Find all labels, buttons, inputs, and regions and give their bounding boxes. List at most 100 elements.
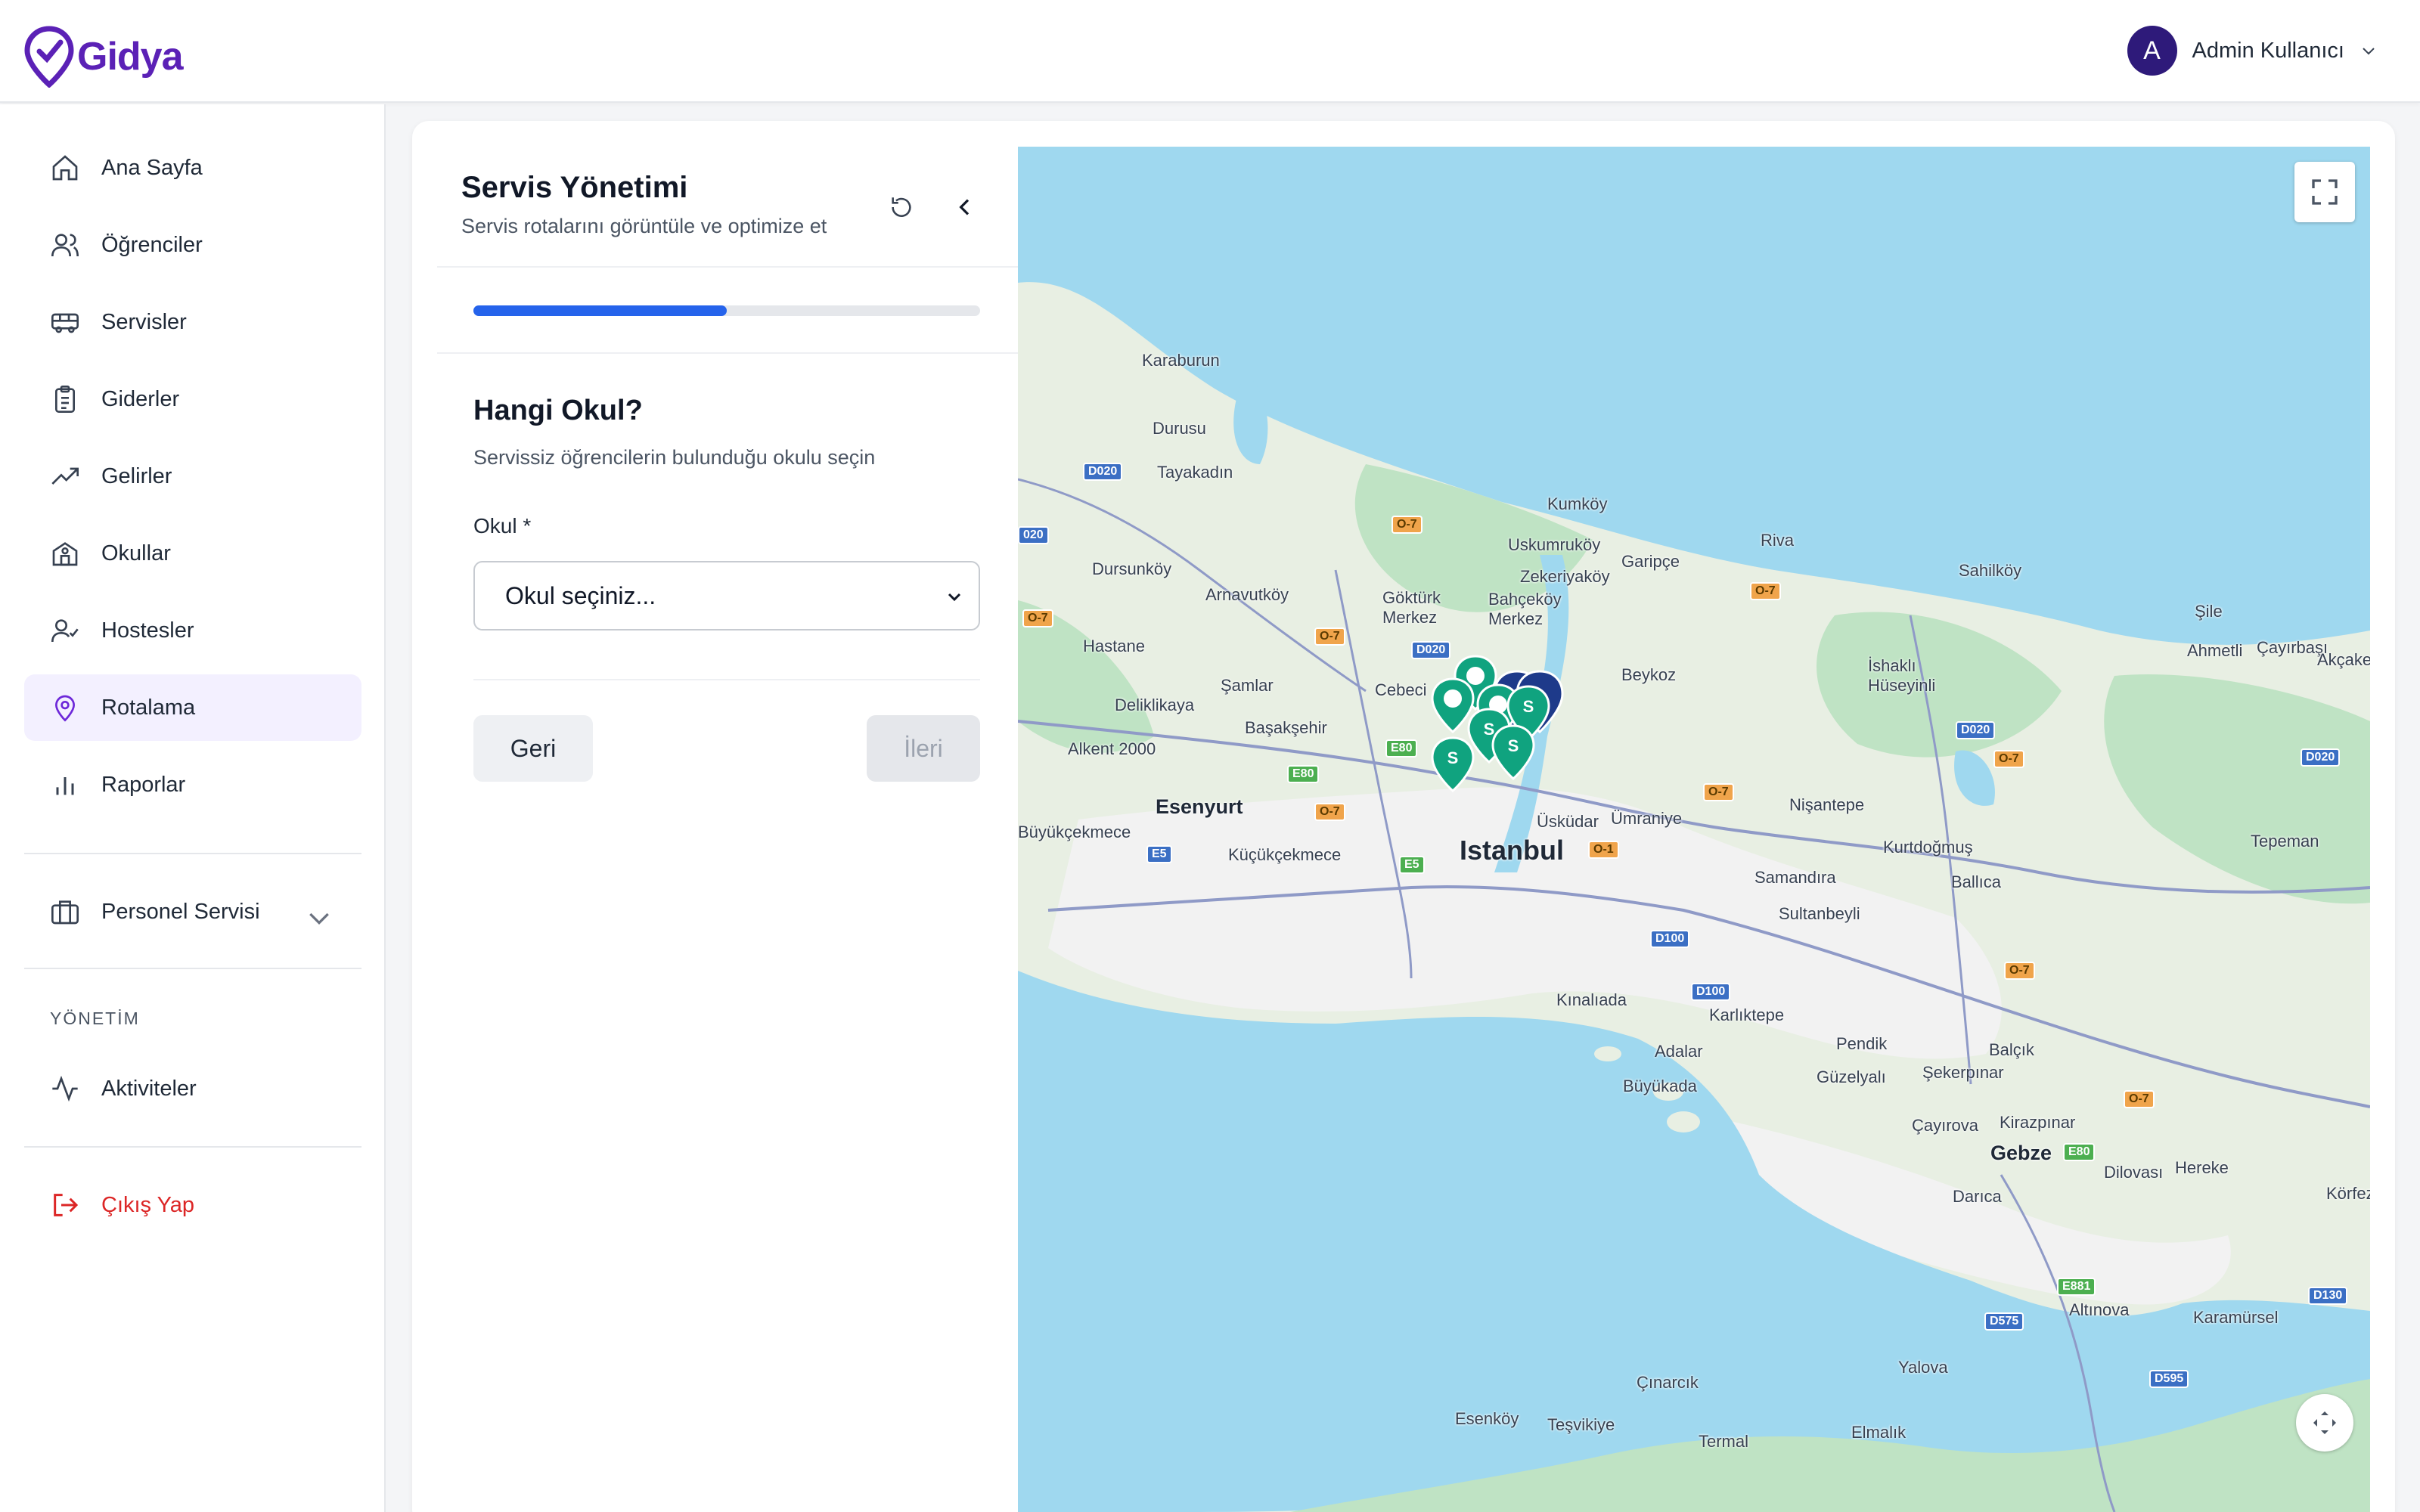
map-label: Çınarcık <box>1637 1373 1699 1392</box>
camera-control-icon <box>2313 1411 2336 1434</box>
map-label: Hastane <box>1083 637 1145 655</box>
sidebar-item-label: Raporlar <box>101 772 186 797</box>
map-label: Karlıktepe <box>1709 1005 1785 1024</box>
school-select[interactable]: Okul seçiniz... <box>473 561 980 631</box>
fullscreen-button[interactable] <box>2294 162 2355 222</box>
sidebar-item-reports[interactable]: Raporlar <box>24 751 361 818</box>
logo-pin-icon <box>24 26 74 88</box>
map-label: Beykoz <box>1621 665 1677 684</box>
school-icon <box>52 542 78 566</box>
sidebar-item-label: Giderler <box>101 386 180 411</box>
map-label: Riva <box>1761 531 1795 550</box>
chevron-left-icon <box>959 199 970 215</box>
map-label: Esenköy <box>1455 1409 1519 1428</box>
bus-icon <box>51 313 79 333</box>
sidebar-item-label: Öğrenciler <box>101 232 203 257</box>
map-label: Yalova <box>1898 1358 1948 1377</box>
map-rotate-button[interactable] <box>2296 1394 2353 1452</box>
map-label: Dilovası <box>2104 1163 2164 1182</box>
road-badge: O-7 <box>1750 582 1781 600</box>
road-badge: O-7 <box>1392 516 1423 534</box>
map-label: Küçükçekmece <box>1228 845 1342 864</box>
sidebar-item-income[interactable]: Gelirler <box>24 443 361 510</box>
panel-header: Servis Yönetimi Servis rotalarını görünt… <box>437 147 1018 268</box>
refresh-button[interactable] <box>883 189 920 225</box>
collapse-panel-button[interactable] <box>947 189 983 225</box>
map-label: Istanbul <box>1460 835 1565 866</box>
sidebar-item-students[interactable]: Öğrenciler <box>24 212 361 278</box>
map-label: Üsküdar <box>1537 812 1599 831</box>
sidebar-item-hostesses[interactable]: Hostesler <box>24 597 361 664</box>
map-label: Samandıra <box>1754 868 1836 887</box>
map-label: Şamlar <box>1221 676 1274 695</box>
map-label: Kınalıada <box>1556 990 1627 1009</box>
user-name: Admin Kullanıcı <box>2192 38 2345 63</box>
sidebar-item-label: Hostesler <box>101 618 194 643</box>
student-marker-icon[interactable]: S <box>1487 723 1540 783</box>
top-bar: Gidya A Admin Kullanıcı <box>0 0 2420 103</box>
user-check-icon <box>51 619 79 643</box>
road-badge: O-7 <box>1993 750 2024 768</box>
road-badge: O-7 <box>1703 783 1734 801</box>
road-badge: E80 <box>1287 765 1320 783</box>
sidebar-item-label: Rotalama <box>101 695 196 720</box>
sidebar-item-label: Gelirler <box>101 463 172 488</box>
svg-text:S: S <box>1508 736 1519 755</box>
chevron-down-icon <box>948 593 961 602</box>
next-button[interactable]: İleri <box>867 715 980 782</box>
panel-title: Servis Yönetimi <box>461 171 688 204</box>
map-label: Elmalık <box>1851 1423 1907 1442</box>
back-button[interactable]: Geri <box>473 715 593 782</box>
sidebar-item-buses[interactable]: Servisler <box>24 289 361 355</box>
map-label: Pendik <box>1836 1034 1888 1053</box>
chevron-down-icon <box>309 912 329 925</box>
map-label: Tepeman <box>2251 832 2319 850</box>
map-label: Karaburun <box>1142 351 1220 370</box>
sidebar-item-label: Servisler <box>101 309 187 334</box>
route-wizard-panel: Servis Yönetimi Servis rotalarını görünt… <box>437 147 1018 1512</box>
road-badge: D595 <box>2149 1370 2189 1388</box>
sidebar-item-expenses[interactable]: Giderler <box>24 366 361 432</box>
sidebar-divider <box>24 968 361 969</box>
logo-text: Gidya <box>77 35 183 79</box>
road-badge: E5 <box>1399 856 1425 874</box>
map-label: Karamürsel <box>2193 1308 2279 1327</box>
road-badge: 020 <box>1018 526 1049 544</box>
road-badge: D575 <box>1984 1312 2024 1331</box>
sidebar-item-activities[interactable]: Aktiviteler <box>24 1055 361 1122</box>
logout-button[interactable]: Çıkış Yap <box>24 1172 361 1238</box>
map-label: Teşvikiye <box>1547 1415 1615 1434</box>
logo[interactable]: Gidya <box>24 26 183 88</box>
map-label: Uskumruköy <box>1508 535 1601 554</box>
sidebar-item-home[interactable]: Ana Sayfa <box>24 135 361 201</box>
user-menu[interactable]: A Admin Kullanıcı <box>2127 26 2378 76</box>
sidebar-divider <box>24 1146 361 1148</box>
sidebar-divider <box>24 853 361 854</box>
road-badge: D020 <box>2301 748 2341 767</box>
map-label: Göktürk Merkez <box>1382 588 1441 627</box>
sidebar: Ana Sayfa Öğrenciler Servisler Giderler … <box>0 104 386 1512</box>
step-subtitle: Servissiz öğrencilerin bulunduğu okulu s… <box>473 446 876 469</box>
road-badge: O-7 <box>2004 962 2035 980</box>
school-field-label: Okul * <box>473 514 532 538</box>
map-label: Balçık <box>1989 1040 2034 1059</box>
road-badge: D020 <box>1956 721 1996 739</box>
refresh-icon <box>892 197 911 217</box>
map-label: Kirazpınar <box>2000 1113 2076 1132</box>
sidebar-item-personnel-service[interactable]: Personel Servisi <box>24 878 361 945</box>
student-marker-icon[interactable]: S <box>1426 735 1479 795</box>
map-label: Güzelyalı <box>1817 1067 1886 1086</box>
clipboard-icon <box>55 385 75 413</box>
sidebar-item-routing[interactable]: Rotalama <box>24 674 361 741</box>
map-label: Şekerpınar <box>1922 1063 2004 1082</box>
map-label: Termal <box>1699 1432 1749 1451</box>
chevron-down-icon <box>2363 48 2375 55</box>
sidebar-item-schools[interactable]: Okullar <box>24 520 361 587</box>
map-label: Kurtdoğmuş <box>1883 838 1973 857</box>
map-label: Ahmetli <box>2187 641 2243 660</box>
map-label: Sultanbeyli <box>1779 904 1860 923</box>
map[interactable]: Karaburun Durusu Tayakadın Kumköy Uskumr… <box>1018 147 2370 1512</box>
map-label: Büyükada <box>1623 1077 1697 1095</box>
section-label-management: YÖNETİM <box>50 1009 140 1028</box>
road-badge: O-7 <box>1022 609 1053 627</box>
